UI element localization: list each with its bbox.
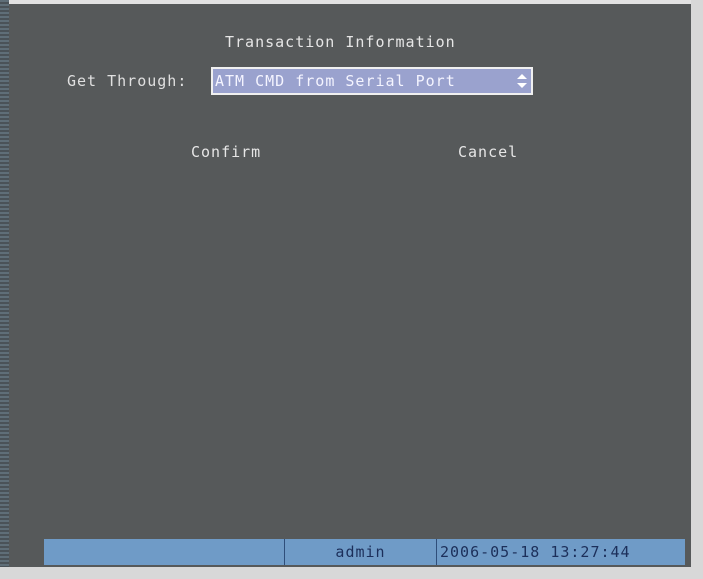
current-user: admin bbox=[285, 539, 437, 565]
get-through-label: Get Through: bbox=[67, 72, 188, 90]
bottom-border bbox=[0, 567, 703, 579]
up-down-arrows-icon[interactable] bbox=[513, 70, 531, 92]
right-border bbox=[691, 0, 703, 579]
get-through-select[interactable]: ATM CMD from Serial Port bbox=[211, 67, 533, 95]
datetime-display: 2006-05-18 13:27:44 bbox=[440, 543, 631, 561]
dvr-screen: Transaction Information Get Through: ATM… bbox=[0, 0, 703, 579]
cancel-button[interactable]: Cancel bbox=[458, 143, 518, 161]
top-border bbox=[0, 0, 703, 4]
left-border bbox=[0, 0, 9, 579]
dialog-title: Transaction Information bbox=[225, 33, 456, 51]
confirm-button[interactable]: Confirm bbox=[191, 143, 261, 161]
get-through-value: ATM CMD from Serial Port bbox=[215, 72, 456, 90]
status-bar: admin 2006-05-18 13:27:44 bbox=[44, 539, 685, 565]
status-cell-empty bbox=[44, 539, 285, 565]
